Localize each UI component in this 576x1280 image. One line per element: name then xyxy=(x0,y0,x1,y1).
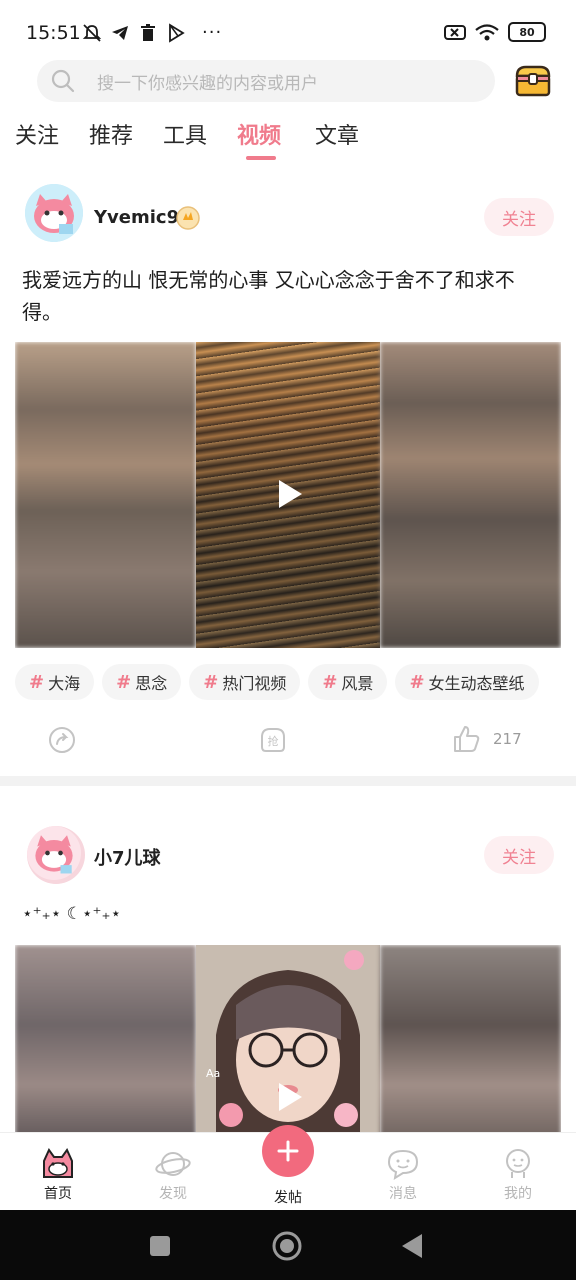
tag-item[interactable]: # 思念 xyxy=(102,664,182,700)
system-navigation-bar xyxy=(0,1210,576,1280)
status-bar: 15:51 ··· 80 xyxy=(0,0,576,60)
category-tabs: 关注 推荐 工具 视频 文章 xyxy=(0,118,576,162)
tag-label: 思念 xyxy=(135,674,168,693)
status-system-icons: 80 xyxy=(444,22,546,42)
more-notifications-indicator: ··· xyxy=(202,22,223,43)
tab-video[interactable]: 视频 xyxy=(237,118,281,150)
trash-icon xyxy=(141,23,155,41)
tab-tools[interactable]: 工具 xyxy=(163,118,207,150)
grab-label: 抢 xyxy=(268,734,279,748)
recent-apps-icon[interactable] xyxy=(148,1234,172,1258)
tag-list: # 大海 # 思念 # 热门视频 # 风景 # 女生动态壁纸 xyxy=(15,664,539,700)
feed-post: Yvemic9. 关注 我爱远方的山 恨无常的心事 又心心念念于舍不了和求不得。… xyxy=(0,176,576,776)
telegram-icon xyxy=(112,25,128,40)
share-icon[interactable] xyxy=(47,725,77,755)
tag-label: 大海 xyxy=(48,674,81,693)
post-text: ⋆⁺₊⋆ ☾⋆⁺₊⋆ xyxy=(22,904,122,924)
nav-label: 发现 xyxy=(159,1186,187,1202)
user-badge-icon xyxy=(176,206,200,230)
video-blur-right xyxy=(380,945,561,1132)
feed-post: 小7儿球 关注 ⋆⁺₊⋆ ☾⋆⁺₊⋆ Aa xyxy=(0,786,576,1132)
post-divider xyxy=(0,776,576,786)
avatar[interactable] xyxy=(25,184,83,242)
video-blur-left xyxy=(15,945,196,1132)
tag-label: 热门视频 xyxy=(222,674,287,693)
nav-messages[interactable]: 消息 xyxy=(363,1147,443,1203)
active-tab-indicator xyxy=(246,156,276,160)
back-triangle-icon[interactable] xyxy=(400,1232,424,1260)
tag-label: 风景 xyxy=(341,674,374,693)
video-thumbnail[interactable]: Aa xyxy=(15,945,561,1132)
nav-label: 发帖 xyxy=(274,1190,302,1206)
treasure-chest-icon[interactable] xyxy=(514,64,552,98)
profile-icon xyxy=(506,1149,530,1178)
battery-level: 80 xyxy=(519,25,535,39)
hashtag-icon: # xyxy=(203,671,219,693)
tag-item[interactable]: # 女生动态壁纸 xyxy=(395,664,539,700)
home-cat-icon xyxy=(43,1148,73,1178)
play-icon[interactable] xyxy=(275,1081,305,1113)
tag-item[interactable]: # 热门视频 xyxy=(189,664,301,700)
planet-icon xyxy=(155,1152,191,1176)
status-notification-icons: ··· xyxy=(82,22,222,43)
search-placeholder: 搜一下你感兴趣的内容或用户 xyxy=(97,73,318,94)
battery-icon: 80 xyxy=(508,22,546,42)
search-input[interactable]: 搜一下你感兴趣的内容或用户 xyxy=(37,60,495,102)
follow-button[interactable]: 关注 xyxy=(484,198,554,236)
video-thumbnail[interactable] xyxy=(15,342,561,648)
like-count: 217 xyxy=(493,730,522,748)
home-circle-icon[interactable] xyxy=(271,1230,303,1262)
username[interactable]: 小7儿球 xyxy=(94,844,161,870)
hashtag-icon: # xyxy=(322,671,338,693)
post-text: 我爱远方的山 恨无常的心事 又心心念念于舍不了和求不得。 xyxy=(22,268,515,324)
tag-item[interactable]: # 大海 xyxy=(15,664,95,700)
nav-label: 首页 xyxy=(44,1186,72,1202)
tag-label: 女生动态壁纸 xyxy=(428,674,525,693)
nav-discover[interactable]: 发现 xyxy=(133,1147,213,1203)
username[interactable]: Yvemic9. xyxy=(94,207,186,228)
grab-icon[interactable]: 抢 xyxy=(258,725,288,755)
plus-icon xyxy=(277,1140,299,1162)
play-icon[interactable] xyxy=(275,478,305,510)
nav-label: 消息 xyxy=(389,1186,417,1202)
tag-item[interactable]: # 风景 xyxy=(308,664,388,700)
nav-label: 我的 xyxy=(504,1186,532,1202)
like-icon[interactable] xyxy=(451,724,481,754)
search-icon xyxy=(51,69,75,93)
nav-profile[interactable]: 我的 xyxy=(478,1147,558,1203)
tab-follow[interactable]: 关注 xyxy=(15,118,59,150)
wifi-icon xyxy=(475,24,499,41)
message-bubble-icon xyxy=(387,1149,419,1181)
video-blur-right xyxy=(380,342,561,648)
avatar[interactable] xyxy=(27,826,85,884)
follow-button[interactable]: 关注 xyxy=(484,836,554,874)
tab-articles[interactable]: 文章 xyxy=(315,118,359,150)
hashtag-icon: # xyxy=(116,671,132,693)
bottom-navigation: 首页 发现 发帖 消息 我的 xyxy=(0,1125,576,1210)
create-post-button[interactable] xyxy=(262,1125,314,1177)
search-row: 搜一下你感兴趣的内容或用户 xyxy=(0,58,576,104)
avatar-cartoon-image xyxy=(25,184,83,242)
hashtag-icon: # xyxy=(29,671,45,693)
video-blur-left xyxy=(15,342,196,648)
hashtag-icon: # xyxy=(409,671,425,693)
sim-off-icon xyxy=(444,25,466,40)
avatar-cartoon-image xyxy=(27,826,81,880)
post-actions: 抢 217 xyxy=(0,720,576,760)
status-time: 15:51 xyxy=(26,22,81,44)
svg-text:Aa: Aa xyxy=(206,1067,220,1080)
nav-home[interactable]: 首页 xyxy=(18,1147,98,1203)
play-store-icon xyxy=(169,22,185,43)
tab-recommend[interactable]: 推荐 xyxy=(89,118,133,150)
mute-bell-icon xyxy=(82,23,102,42)
